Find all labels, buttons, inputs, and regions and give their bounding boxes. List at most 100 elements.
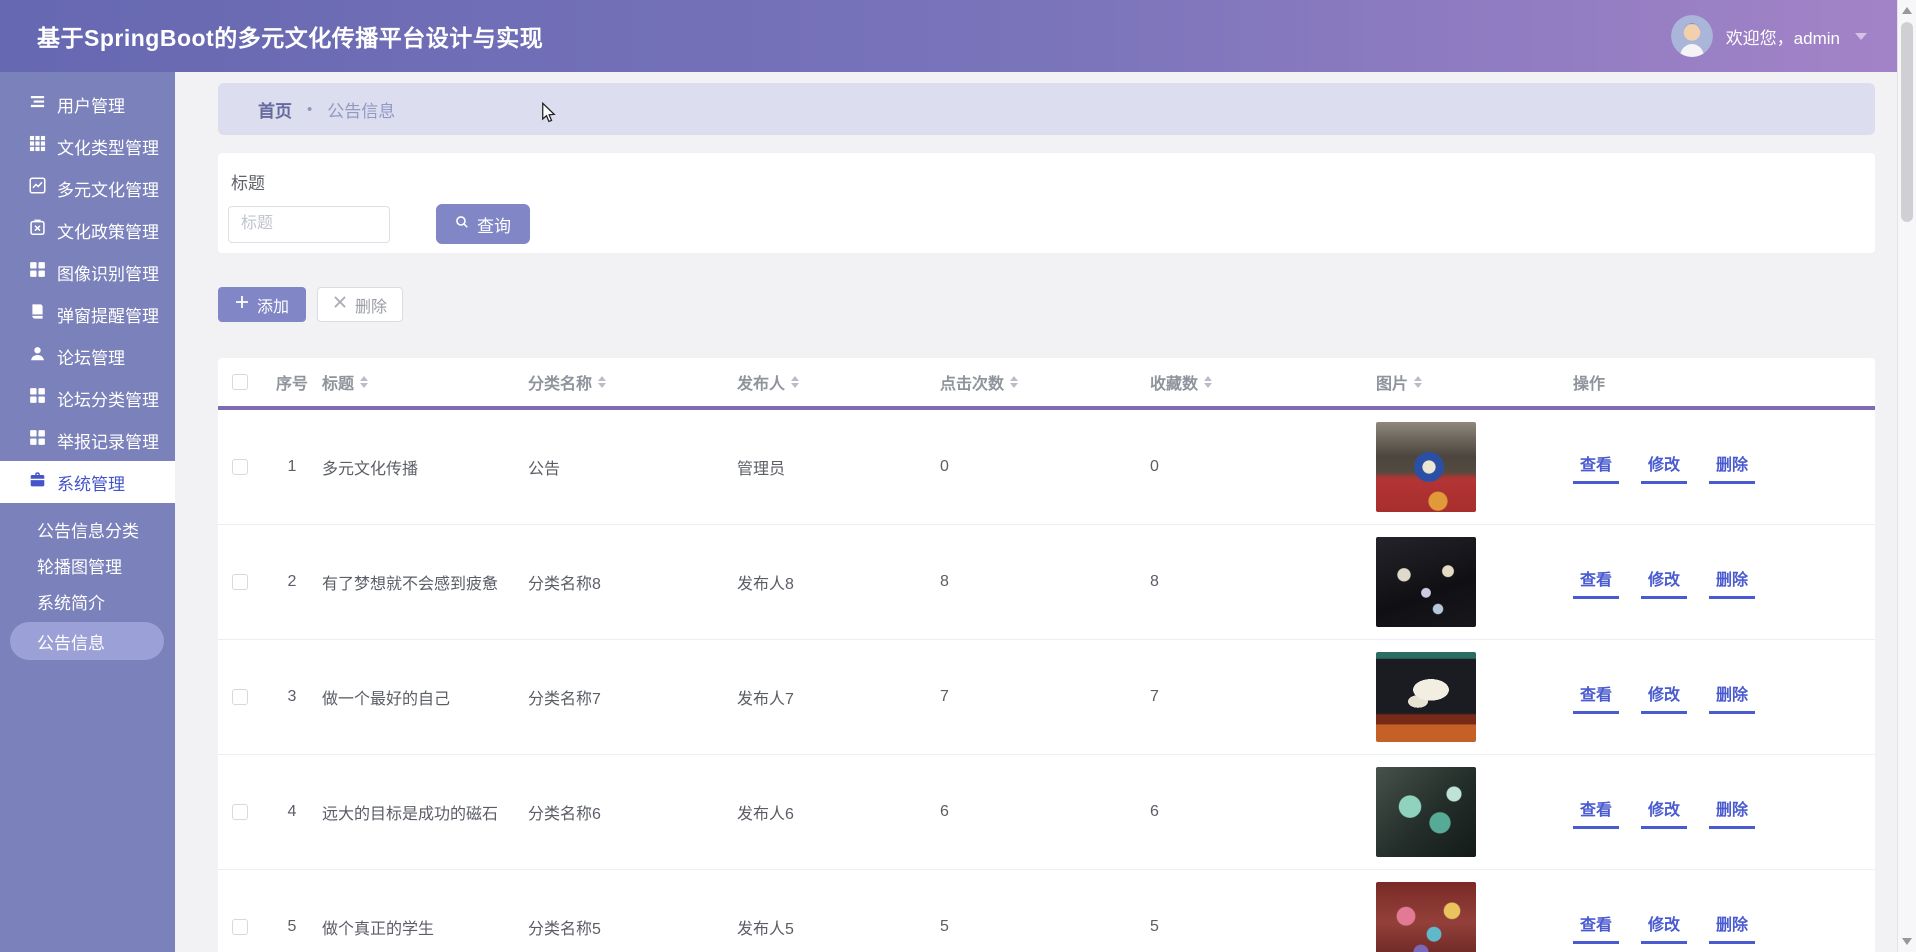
column-header-6[interactable]: 图片 bbox=[1376, 370, 1573, 394]
column-header-2[interactable]: 分类名称 bbox=[528, 370, 737, 394]
sidebar-subitem-label: 轮播图管理 bbox=[37, 553, 122, 578]
cell-actions: 查看修改删除 bbox=[1573, 911, 1875, 944]
sort-icon[interactable] bbox=[791, 376, 799, 388]
column-header-1[interactable]: 标题 bbox=[322, 370, 528, 394]
column-header-7: 操作 bbox=[1573, 370, 1875, 394]
row-checkbox[interactable] bbox=[232, 574, 248, 590]
delete-link[interactable]: 删除 bbox=[1709, 911, 1755, 944]
book-icon bbox=[29, 303, 46, 325]
view-link[interactable]: 查看 bbox=[1573, 451, 1619, 484]
cell-category: 分类名称7 bbox=[528, 685, 737, 709]
select-all-checkbox[interactable] bbox=[232, 374, 248, 390]
row-checkbox[interactable] bbox=[232, 689, 248, 705]
cell-title: 做个真正的学生 bbox=[322, 915, 528, 939]
sidebar-item-4[interactable]: 图像识别管理 bbox=[0, 251, 175, 293]
cell-publisher: 发布人6 bbox=[737, 800, 940, 824]
cell-category: 分类名称8 bbox=[528, 570, 737, 594]
announcement-image[interactable] bbox=[1376, 652, 1476, 742]
sidebar-item-label: 论坛管理 bbox=[57, 344, 125, 369]
row-checkbox[interactable] bbox=[232, 459, 248, 475]
cell-actions: 查看修改删除 bbox=[1573, 566, 1875, 599]
sort-icon[interactable] bbox=[1414, 376, 1422, 388]
sort-icon[interactable] bbox=[360, 376, 368, 388]
announcement-image[interactable] bbox=[1376, 767, 1476, 857]
delete-button[interactable]: 删除 bbox=[317, 287, 403, 322]
sort-icon[interactable] bbox=[1010, 376, 1018, 388]
cell-category: 公告 bbox=[528, 455, 737, 479]
row-checkbox[interactable] bbox=[232, 804, 248, 820]
scroll-down-icon[interactable] bbox=[1902, 938, 1912, 945]
sidebar-item-label: 文化类型管理 bbox=[57, 134, 159, 159]
sidebar-subitem-0[interactable]: 公告信息分类 bbox=[0, 511, 175, 547]
grid4-icon bbox=[29, 429, 46, 451]
list-icon bbox=[29, 93, 46, 115]
scroll-up-icon[interactable] bbox=[1902, 7, 1912, 14]
cell-publisher: 发布人8 bbox=[737, 570, 940, 594]
cell-index: 3 bbox=[262, 688, 322, 706]
table-row: 1多元文化传播公告管理员00查看修改删除 bbox=[218, 410, 1875, 525]
sidebar-subitem-2[interactable]: 系统简介 bbox=[0, 583, 175, 619]
edit-link[interactable]: 修改 bbox=[1641, 911, 1687, 944]
user-icon bbox=[29, 345, 46, 367]
cell-clicks: 5 bbox=[940, 918, 1150, 936]
cell-category: 分类名称5 bbox=[528, 915, 737, 939]
row-checkbox[interactable] bbox=[232, 919, 248, 935]
cell-publisher: 发布人5 bbox=[737, 915, 940, 939]
announcement-image[interactable] bbox=[1376, 882, 1476, 952]
delete-link[interactable]: 删除 bbox=[1709, 681, 1755, 714]
column-header-3[interactable]: 发布人 bbox=[737, 370, 940, 394]
delete-link[interactable]: 删除 bbox=[1709, 451, 1755, 484]
edit-link[interactable]: 修改 bbox=[1641, 796, 1687, 829]
sidebar-item-9[interactable]: 系统管理 bbox=[0, 461, 175, 503]
sidebar: 用户管理文化类型管理多元文化管理文化政策管理图像识别管理弹窗提醒管理论坛管理论坛… bbox=[0, 72, 175, 952]
sidebar-subitem-3[interactable]: 公告信息 bbox=[10, 622, 164, 660]
scrollbar[interactable] bbox=[1897, 0, 1916, 952]
table-toolbar: 添加 删除 bbox=[218, 287, 1875, 322]
view-link[interactable]: 查看 bbox=[1573, 681, 1619, 714]
breadcrumb-current: 公告信息 bbox=[327, 97, 395, 122]
sidebar-item-5[interactable]: 弹窗提醒管理 bbox=[0, 293, 175, 335]
breadcrumb-home[interactable]: 首页 bbox=[258, 97, 292, 122]
sort-icon[interactable] bbox=[1204, 376, 1212, 388]
edit-link[interactable]: 修改 bbox=[1641, 681, 1687, 714]
delete-link[interactable]: 删除 bbox=[1709, 796, 1755, 829]
sidebar-subitem-1[interactable]: 轮播图管理 bbox=[0, 547, 175, 583]
title-search-input[interactable] bbox=[228, 206, 390, 243]
cell-category: 分类名称6 bbox=[528, 800, 737, 824]
user-menu[interactable]: 欢迎您，admin bbox=[1671, 15, 1867, 57]
edit-link[interactable]: 修改 bbox=[1641, 451, 1687, 484]
cell-clicks: 6 bbox=[940, 803, 1150, 821]
table-header-row: 序号标题分类名称发布人点击次数收藏数图片操作 bbox=[218, 358, 1875, 410]
column-header-5[interactable]: 收藏数 bbox=[1150, 370, 1376, 394]
view-link[interactable]: 查看 bbox=[1573, 911, 1619, 944]
announcement-image[interactable] bbox=[1376, 422, 1476, 512]
sidebar-item-0[interactable]: 用户管理 bbox=[0, 83, 175, 125]
view-link[interactable]: 查看 bbox=[1573, 796, 1619, 829]
sidebar-item-6[interactable]: 论坛管理 bbox=[0, 335, 175, 377]
cell-index: 5 bbox=[262, 918, 322, 936]
sidebar-item-7[interactable]: 论坛分类管理 bbox=[0, 377, 175, 419]
table-row: 3做一个最好的自己分类名称7发布人777查看修改删除 bbox=[218, 640, 1875, 755]
scrollbar-thumb[interactable] bbox=[1901, 22, 1913, 222]
breadcrumb-separator: • bbox=[307, 101, 312, 118]
table-row: 4远大的目标是成功的磁石分类名称6发布人666查看修改删除 bbox=[218, 755, 1875, 870]
add-button[interactable]: 添加 bbox=[218, 287, 306, 322]
cell-publisher: 管理员 bbox=[737, 455, 940, 479]
announcement-image[interactable] bbox=[1376, 537, 1476, 627]
cell-favorites: 6 bbox=[1150, 803, 1376, 821]
edit-link[interactable]: 修改 bbox=[1641, 566, 1687, 599]
delete-link[interactable]: 删除 bbox=[1709, 566, 1755, 599]
cell-favorites: 7 bbox=[1150, 688, 1376, 706]
grid4-icon bbox=[29, 261, 46, 283]
sidebar-item-3[interactable]: 文化政策管理 bbox=[0, 209, 175, 251]
view-link[interactable]: 查看 bbox=[1573, 566, 1619, 599]
table-row: 2有了梦想就不会感到疲惫分类名称8发布人888查看修改删除 bbox=[218, 525, 1875, 640]
avatar bbox=[1671, 15, 1713, 57]
sidebar-item-label: 文化政策管理 bbox=[57, 218, 159, 243]
column-header-4[interactable]: 点击次数 bbox=[940, 370, 1150, 394]
sidebar-item-8[interactable]: 举报记录管理 bbox=[0, 419, 175, 461]
sort-icon[interactable] bbox=[598, 376, 606, 388]
search-button[interactable]: 查询 bbox=[436, 204, 530, 244]
sidebar-item-2[interactable]: 多元文化管理 bbox=[0, 167, 175, 209]
sidebar-item-1[interactable]: 文化类型管理 bbox=[0, 125, 175, 167]
